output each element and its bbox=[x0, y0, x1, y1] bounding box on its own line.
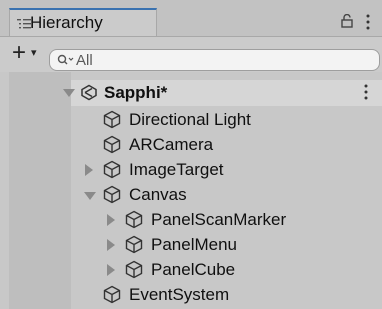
foldout-collapsed-icon[interactable] bbox=[107, 264, 115, 276]
tree-item-label: Directional Light bbox=[129, 110, 251, 129]
search-box[interactable] bbox=[49, 49, 380, 71]
unity-scene-icon bbox=[81, 84, 97, 101]
foldout-expanded-icon[interactable] bbox=[63, 89, 75, 97]
foldout-collapsed-icon[interactable] bbox=[107, 214, 115, 226]
tree-item-arcamera[interactable]: ARCamera bbox=[103, 133, 373, 157]
search-input[interactable] bbox=[76, 51, 366, 69]
scene-name: Sapphi* bbox=[104, 83, 168, 102]
gameobject-cube-icon bbox=[125, 210, 143, 229]
chevron-down-icon: ▾ bbox=[31, 47, 37, 59]
tree-gutter bbox=[9, 72, 71, 309]
tree-item-label: PanelMenu bbox=[151, 235, 238, 254]
hierarchy-tree: Sapphi* Directional Light ARCamera Image… bbox=[0, 72, 382, 309]
foldout-collapsed-icon[interactable] bbox=[85, 164, 93, 176]
tree-item-eventsystem[interactable]: EventSystem bbox=[103, 283, 373, 307]
search-icon bbox=[57, 54, 74, 65]
tree-item-label: ImageTarget bbox=[129, 160, 224, 179]
hierarchy-list-icon bbox=[17, 19, 31, 29]
gameobject-cube-icon bbox=[103, 185, 121, 204]
tree-item-imagetarget[interactable]: ImageTarget bbox=[85, 158, 373, 182]
tree-item-label: Canvas bbox=[129, 185, 187, 204]
tree-item-canvas[interactable]: Canvas bbox=[84, 183, 373, 207]
foldout-expanded-icon[interactable] bbox=[84, 192, 96, 200]
hierarchy-toolbar: + ▾ bbox=[0, 36, 382, 72]
window-header: Hierarchy bbox=[0, 0, 382, 36]
plus-icon: + bbox=[12, 39, 27, 66]
gameobject-cube-icon bbox=[103, 160, 121, 179]
tree-item-panelscanmarker[interactable]: PanelScanMarker bbox=[107, 208, 373, 232]
tree-item-label: PanelCube bbox=[151, 260, 236, 279]
gameobject-cube-icon bbox=[125, 260, 143, 279]
scene-menu-icon[interactable] bbox=[363, 84, 369, 100]
gameobject-cube-icon bbox=[125, 235, 143, 254]
gameobject-cube-icon bbox=[103, 285, 121, 304]
tree-item-panelcube[interactable]: PanelCube bbox=[107, 258, 373, 282]
tree-item-label: ARCamera bbox=[129, 135, 214, 154]
lock-icon[interactable] bbox=[341, 14, 353, 28]
gameobject-cube-icon bbox=[103, 110, 121, 129]
foldout-collapsed-icon[interactable] bbox=[107, 239, 115, 251]
gameobject-cube-icon bbox=[103, 135, 121, 154]
tree-item-directional-light[interactable]: Directional Light bbox=[103, 108, 373, 132]
tab-hierarchy-label: Hierarchy bbox=[30, 13, 103, 32]
tree-item-label: EventSystem bbox=[129, 285, 230, 304]
tree-item-panelmenu[interactable]: PanelMenu bbox=[107, 233, 373, 257]
scene-row[interactable]: Sapphi* bbox=[63, 80, 382, 106]
kebab-menu-icon[interactable] bbox=[365, 14, 371, 30]
tree-item-label: PanelScanMarker bbox=[151, 210, 287, 229]
add-object-button[interactable]: + ▾ bbox=[12, 39, 42, 67]
tab-hierarchy[interactable]: Hierarchy bbox=[9, 8, 157, 36]
